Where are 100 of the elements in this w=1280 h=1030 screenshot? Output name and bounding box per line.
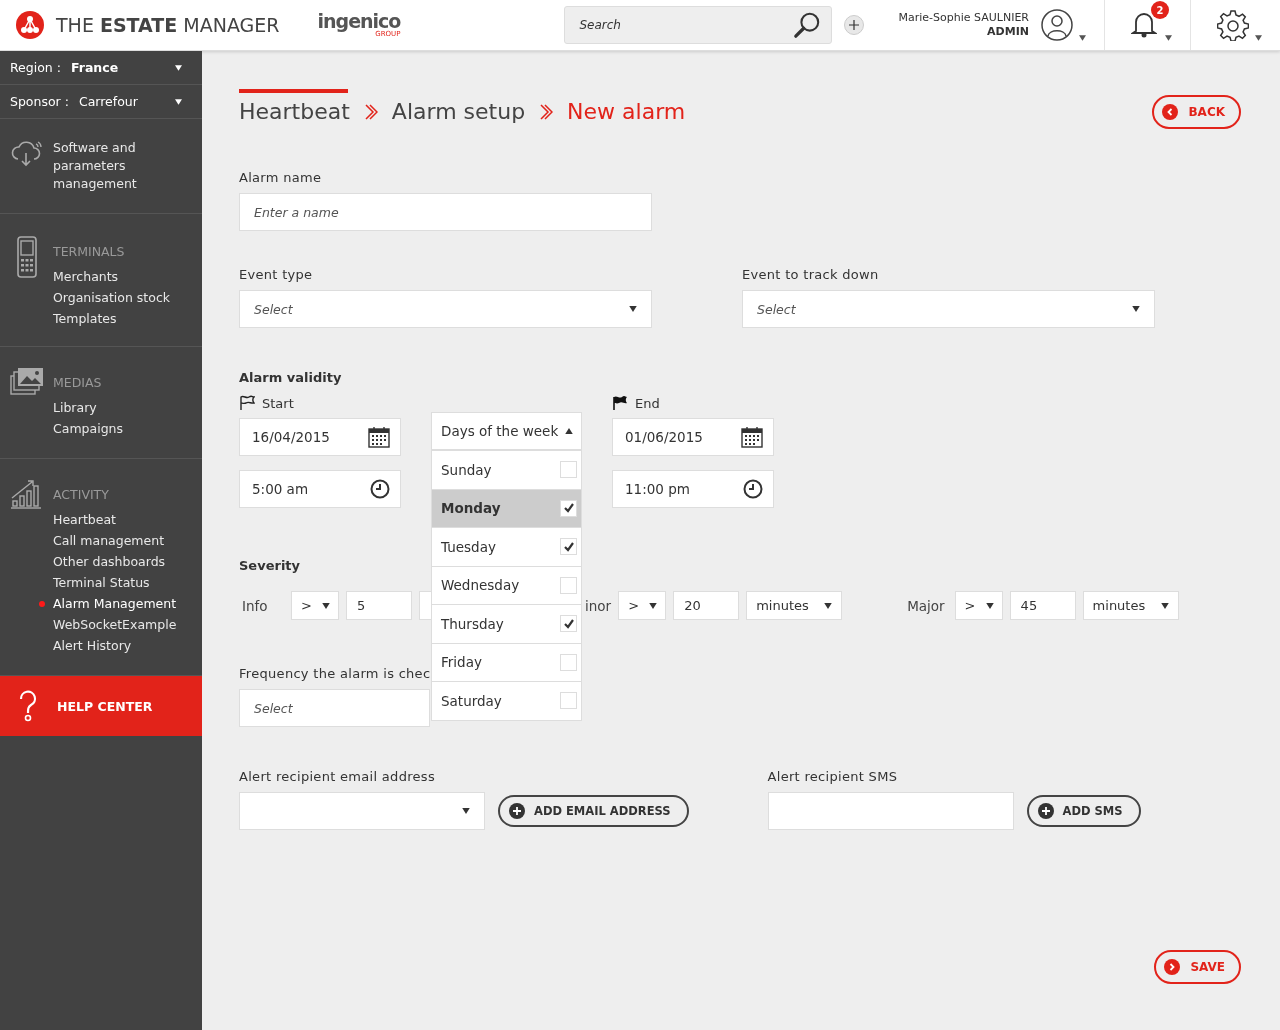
field-label: Frequency the alarm is chec: [239, 666, 431, 681]
caret-icon[interactable]: [1165, 35, 1172, 41]
event-select[interactable]: Select: [742, 290, 1155, 328]
question-icon: [18, 690, 38, 722]
unit-select[interactable]: minutes: [746, 591, 843, 620]
operator-select[interactable]: >: [618, 591, 667, 620]
settings-icon[interactable]: [1217, 9, 1249, 41]
clock-icon[interactable]: [743, 479, 763, 499]
checkbox[interactable]: [560, 461, 577, 479]
field-label: Event type: [239, 267, 314, 282]
sidebar-item[interactable]: Heartbeat: [39, 511, 177, 529]
alarm-name-field[interactable]: Enter a name: [239, 193, 652, 231]
add-icon[interactable]: [844, 15, 865, 35]
user-name: Marie-Sophie SAULNIER: [898, 11, 1029, 25]
clock-icon[interactable]: [370, 479, 390, 499]
pictures-icon: [10, 367, 44, 397]
caret-icon: [1160, 602, 1169, 609]
section-title: Severity: [239, 558, 301, 573]
checkbox[interactable]: [560, 692, 577, 710]
checkbox[interactable]: [560, 576, 577, 594]
event-type-select[interactable]: Select: [239, 290, 652, 328]
brand-name: ingenico: [317, 12, 401, 31]
date-field[interactable]: 16/04/2015: [239, 418, 401, 456]
sidebar-item[interactable]: WebSocketExample: [39, 616, 177, 634]
day-option[interactable]: Monday: [432, 489, 581, 528]
field-label: Start: [262, 395, 294, 411]
value-field[interactable]: 5: [346, 591, 412, 620]
filter-select[interactable]: Region : France: [0, 51, 202, 85]
sms-field[interactable]: [767, 792, 1014, 830]
sidebar-item[interactable]: Call management: [39, 532, 177, 550]
field-label: End: [635, 395, 660, 411]
day-option[interactable]: Thursday: [432, 605, 581, 644]
breadcrumb-link[interactable]: Alarm setup: [391, 99, 526, 124]
section-heading: MEDIAS: [53, 375, 103, 390]
chevron-icon: [363, 102, 378, 121]
day-option[interactable]: Friday: [432, 643, 581, 682]
sidebar-item[interactable]: Software and parameters management: [39, 139, 202, 193]
avatar-icon[interactable]: [1041, 9, 1073, 41]
time-field[interactable]: 5:00 am: [239, 470, 401, 508]
flag-outline-icon: [239, 395, 255, 411]
value-field[interactable]: 45: [1009, 591, 1076, 620]
cloud-download-icon: [10, 139, 44, 169]
calendar-icon[interactable]: [368, 426, 390, 448]
sidebar-item[interactable]: Alarm Management: [39, 595, 177, 613]
bar-chart-icon: [10, 479, 44, 509]
add-email-button[interactable]: ADD EMAIL ADDRESS: [498, 795, 689, 827]
add-sms-button[interactable]: ADD SMS: [1026, 795, 1141, 827]
sidebar-item[interactable]: Templates: [39, 310, 170, 328]
breadcrumb-link[interactable]: Heartbeat: [239, 99, 350, 124]
unit-select[interactable]: minutes: [1082, 591, 1179, 620]
sidebar-item[interactable]: Terminal Status: [39, 574, 177, 592]
checkbox[interactable]: [560, 615, 577, 633]
caret-icon: [985, 602, 994, 609]
date-field[interactable]: 01/06/2015: [612, 418, 774, 456]
time-field[interactable]: 11:00 pm: [612, 470, 774, 508]
day-option[interactable]: Sunday: [432, 451, 581, 490]
calendar-icon[interactable]: [741, 426, 763, 448]
checkbox[interactable]: [560, 653, 577, 671]
sidebar-item[interactable]: Library: [39, 399, 123, 417]
help-center-button[interactable]: HELP CENTER: [0, 676, 202, 736]
section-heading: ACTIVITY: [53, 487, 110, 502]
caret-icon: [629, 306, 637, 312]
severity-label: Major: [907, 597, 945, 614]
page-title: New alarm: [567, 99, 686, 124]
chevron-right-icon: [1164, 959, 1181, 975]
caret-icon[interactable]: [1079, 35, 1086, 41]
caret-icon: [1132, 306, 1140, 312]
value-field[interactable]: 20: [673, 591, 740, 620]
day-option[interactable]: Wednesday: [432, 566, 581, 605]
search-field[interactable]: Search: [564, 6, 833, 44]
day-option[interactable]: Saturday: [432, 682, 581, 720]
sidebar-item[interactable]: Campaigns: [39, 420, 123, 438]
operator-select[interactable]: >: [954, 591, 1003, 620]
bell-icon[interactable]: [1131, 10, 1157, 38]
sidebar-item[interactable]: Merchants: [39, 268, 170, 286]
field-label: Alert recipient SMS: [767, 769, 899, 784]
filter-select[interactable]: Sponsor : Carrefour: [0, 85, 202, 119]
caret-icon: [322, 602, 330, 609]
chevron-icon: [539, 102, 554, 121]
chevron-left-icon: [1162, 104, 1179, 120]
app-title: THE ESTATE MANAGER: [56, 14, 280, 36]
checkbox[interactable]: [560, 538, 577, 556]
back-button[interactable]: BACK: [1152, 95, 1241, 129]
field-label: Event to track down: [742, 267, 880, 282]
sidebar-item[interactable]: Alert History: [39, 637, 177, 655]
operator-select[interactable]: >: [291, 591, 339, 620]
caret-icon: [649, 602, 658, 609]
sidebar-item[interactable]: Organisation stock: [39, 289, 170, 307]
checkbox[interactable]: [560, 499, 577, 517]
sidebar-item[interactable]: Other dashboards: [39, 553, 177, 571]
section-heading: TERMINALS: [53, 244, 126, 259]
user-role: ADMIN: [987, 25, 1029, 39]
caret-icon[interactable]: [1255, 35, 1262, 41]
caret-icon: [462, 808, 470, 814]
search-icon[interactable]: [793, 11, 822, 39]
days-dropdown[interactable]: Days of the week: [431, 412, 582, 450]
save-button[interactable]: SAVE: [1154, 950, 1241, 984]
day-option[interactable]: Tuesday: [432, 528, 581, 567]
plus-icon: [1037, 803, 1054, 819]
frequency-select[interactable]: Select: [239, 689, 430, 727]
